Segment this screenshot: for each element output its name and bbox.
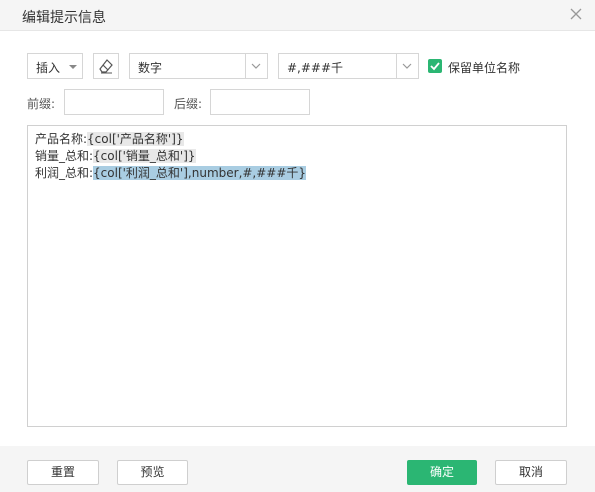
field-label: 利润_总和: (35, 166, 94, 180)
data-type-value: 数字 (138, 61, 163, 75)
check-icon (430, 62, 440, 71)
divider (245, 54, 246, 78)
dialog-titlebar: 编辑提示信息 (0, 0, 595, 31)
field-label: 产品名称: (35, 132, 88, 146)
eraser-icon (99, 59, 113, 74)
suffix-label: 后缀: (174, 97, 203, 111)
chevron-down-icon (402, 63, 412, 69)
cancel-button[interactable]: 取消 (495, 460, 567, 485)
dialog-footer: 重置 预览 确定 取消 (0, 446, 595, 492)
suffix-input[interactable] (210, 89, 310, 115)
ok-button[interactable]: 确定 (407, 460, 477, 485)
editor-line: 产品名称:{col['产品名称']} (35, 131, 559, 148)
editor-line: 利润_总和:{col['利润_总和'],number,#,###千} (35, 165, 559, 182)
keep-unit-label[interactable]: 保留单位名称 (448, 59, 520, 76)
selected-field-token: {col['利润_总和'],number,#,###千} (93, 166, 307, 180)
close-icon[interactable] (569, 7, 583, 21)
toolbar: 插入 数字 #,###千 保留单位名称 (0, 53, 595, 79)
editor-line: 销量_总和:{col['销量_总和']} (35, 148, 559, 165)
field-label: 销量_总和: (35, 149, 94, 163)
clear-format-button[interactable] (93, 53, 119, 79)
field-token: {col['销量_总和']} (93, 149, 196, 163)
edit-tooltip-dialog: 编辑提示信息 插入 数字 #,###千 保留单位名称 前缀: 后缀: 产品名称:… (0, 0, 595, 492)
insert-label: 插入 (36, 61, 61, 75)
chevron-down-icon (251, 63, 261, 69)
divider (396, 54, 397, 78)
number-format-select[interactable]: #,###千 (278, 53, 419, 79)
affix-row: 前缀: 后缀: (0, 89, 595, 115)
preview-button[interactable]: 预览 (117, 460, 188, 485)
keep-unit-checkbox[interactable] (428, 59, 442, 73)
tooltip-editor[interactable]: 产品名称:{col['产品名称']} 销量_总和:{col['销量_总和']} … (27, 125, 567, 427)
reset-button[interactable]: 重置 (27, 460, 99, 485)
prefix-input[interactable] (64, 89, 164, 115)
number-format-value: #,###千 (287, 61, 344, 75)
data-type-select[interactable]: 数字 (129, 53, 268, 79)
field-token: {col['产品名称']} (87, 132, 184, 146)
dialog-title: 编辑提示信息 (22, 10, 106, 26)
insert-dropdown[interactable]: 插入 (27, 53, 83, 79)
caret-down-icon (69, 65, 77, 69)
prefix-label: 前缀: (27, 97, 56, 111)
